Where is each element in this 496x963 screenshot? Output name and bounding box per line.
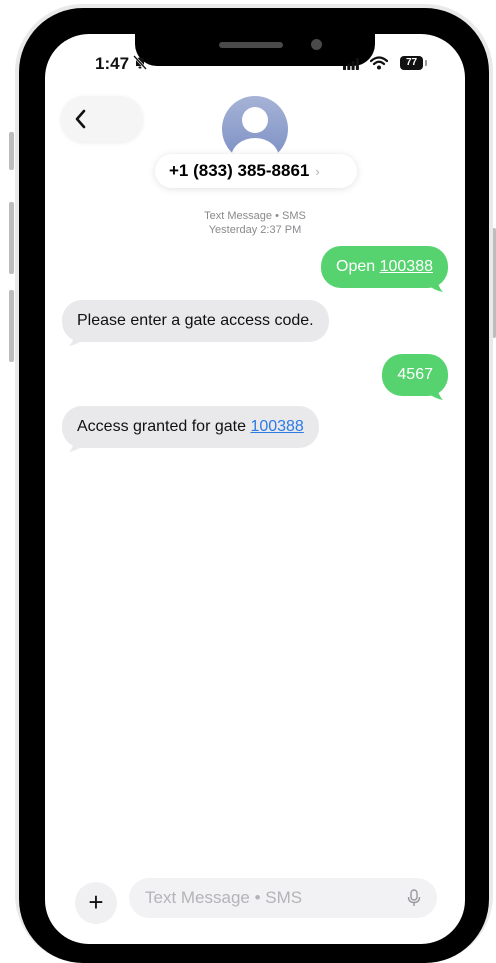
person-avatar-icon[interactable] (222, 96, 288, 162)
incoming-message-bubble[interactable]: Access granted for gate 100388 (62, 406, 319, 448)
add-attachment-button[interactable]: + (75, 882, 117, 924)
thread-service-label: Text Message • SMS (204, 210, 306, 222)
status-time: 1:47 (95, 54, 130, 73)
message-link[interactable]: 100388 (250, 418, 303, 435)
bubble-tail (69, 438, 85, 452)
front-camera (311, 39, 322, 50)
wifi-icon (370, 56, 388, 70)
messages-screen: 1:47 77 +1 (833) 385-8861 › Text Message… (45, 34, 465, 944)
bubble-tail (69, 332, 85, 346)
thread-timestamp: Yesterday 2:37 PM (208, 224, 302, 236)
message-text: Access granted for gate (77, 418, 251, 435)
silent-switch (9, 132, 14, 170)
incoming-message-bubble[interactable]: Please enter a gate access code. (62, 300, 329, 342)
speaker-grille (219, 42, 283, 48)
avatar-head (242, 107, 268, 133)
bell-slash-icon (133, 55, 147, 70)
contact-name: +1 (833) 385-8861 (169, 161, 310, 180)
back-button[interactable] (61, 96, 143, 142)
volume-down-button (9, 290, 14, 362)
message-text: 4567 (397, 366, 433, 383)
contact-header-button[interactable]: +1 (833) 385-8861 › (155, 154, 357, 188)
microphone-icon[interactable] (407, 889, 421, 907)
bubble-tail (427, 278, 443, 292)
notch (135, 34, 375, 66)
chevron-right-icon: › (315, 163, 320, 179)
chevron-left-icon (75, 109, 86, 129)
cellular-signal-icon (343, 58, 359, 70)
message-text: Please enter a gate access code. (77, 312, 314, 329)
volume-up-button (9, 202, 14, 274)
message-text: Open (336, 258, 380, 275)
battery-indicator: 77 (400, 56, 423, 70)
message-link[interactable]: 100388 (380, 258, 433, 275)
battery-tip (425, 60, 427, 66)
bubble-tail (427, 386, 443, 400)
message-input[interactable] (129, 878, 437, 918)
